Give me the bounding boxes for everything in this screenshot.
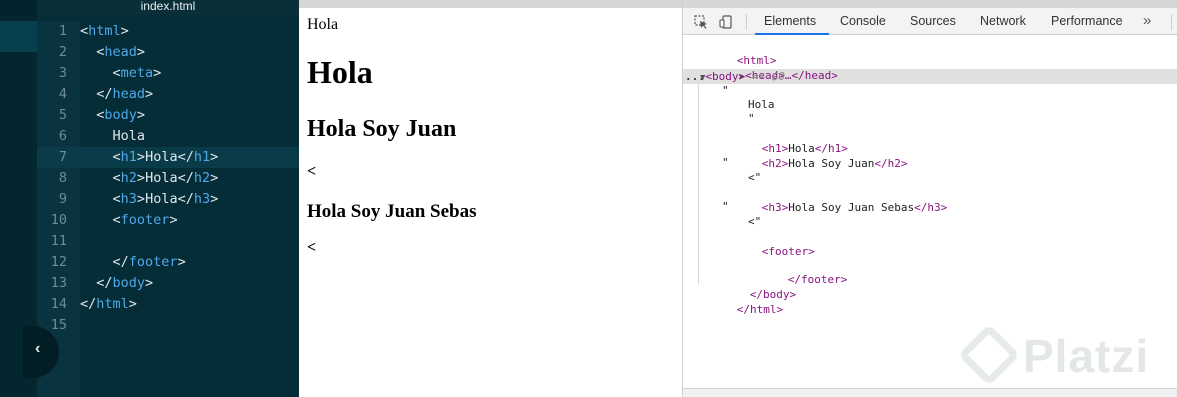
- line-number: 4: [58, 86, 67, 102]
- line-number: 13: [50, 275, 67, 291]
- tab-console[interactable]: Console: [840, 8, 886, 35]
- devtools-panel: Elements Console Sources Network Perform…: [682, 0, 1177, 397]
- code-text[interactable]: </head>: [80, 84, 153, 105]
- viewport-top-border: [299, 0, 682, 8]
- code-line[interactable]: 4 </head>: [37, 84, 299, 105]
- line-number: 12: [50, 254, 67, 270]
- page-heading-h2: Hola Soy Juan: [307, 116, 457, 142]
- active-tab-underline: [755, 33, 829, 35]
- node-head-collapsed[interactable]: ▶<head>…</head>: [700, 53, 838, 82]
- page-text-lt-1: <: [307, 163, 317, 180]
- inspect-element-icon[interactable]: [694, 15, 708, 29]
- code-text[interactable]: <h3>Hola</h3>: [80, 189, 219, 210]
- editor-tab-index-html[interactable]: index.html: [37, 0, 299, 15]
- line-number: 2: [58, 44, 67, 60]
- code-text[interactable]: <h2>Hola</h2>: [80, 168, 219, 189]
- line-number: 10: [50, 212, 67, 228]
- node-html-open[interactable]: <html>: [697, 38, 777, 67]
- text-node-lt-2[interactable]: <": [748, 214, 761, 229]
- page-text-node: Hola: [307, 16, 339, 33]
- text-node-quote-3[interactable]: ": [722, 199, 729, 214]
- code-line[interactable]: 10 <footer>: [37, 210, 299, 231]
- code-text[interactable]: <footer>: [80, 210, 178, 231]
- tab-sources[interactable]: Sources: [910, 8, 956, 35]
- node-footer-close[interactable]: </footer>: [748, 257, 848, 286]
- chevron-left-icon: ‹: [35, 340, 41, 357]
- code-line[interactable]: 9 <h3>Hola</h3>: [37, 189, 299, 210]
- line-number: 11: [50, 233, 67, 249]
- more-tabs-button[interactable]: »: [1143, 8, 1151, 35]
- code-text[interactable]: <head>: [80, 42, 145, 63]
- node-html-close[interactable]: </html>: [697, 287, 783, 316]
- node-h2[interactable]: <h2>Hola Soy Juan</h2>: [722, 141, 908, 170]
- node-h3[interactable]: <h3>Hola Soy Juan Sebas</h3>: [722, 185, 947, 214]
- code-text[interactable]: </body>: [80, 273, 153, 294]
- device-toolbar-icon[interactable]: [719, 15, 733, 29]
- toolbar-separator: [746, 14, 747, 30]
- code-line[interactable]: 8 <h2>Hola</h2>: [37, 168, 299, 189]
- tab-performance[interactable]: Performance: [1051, 8, 1123, 35]
- page-heading-h1: Hola: [307, 54, 373, 90]
- code-line[interactable]: 13 </body>: [37, 273, 299, 294]
- text-node-lt-1[interactable]: <": [748, 170, 761, 185]
- code-line[interactable]: 11: [37, 231, 299, 252]
- page-heading-h3: Hola Soy Juan Sebas: [307, 201, 477, 222]
- code-text[interactable]: </footer>: [80, 252, 186, 273]
- code-line[interactable]: 14 </html>: [37, 294, 299, 315]
- line-number: 1: [58, 23, 67, 39]
- text-node-quote-2[interactable]: ": [722, 155, 729, 170]
- tab-network[interactable]: Network: [980, 8, 1026, 35]
- code-text[interactable]: </html>: [80, 294, 137, 315]
- line-number: 7: [58, 149, 67, 165]
- code-line[interactable]: 15: [37, 315, 299, 336]
- editor-sidebar-active-item[interactable]: [0, 21, 37, 52]
- code-editor[interactable]: index.html 1 <html> 2 <head> 3 <meta> 4 </he…: [0, 0, 299, 397]
- code-text[interactable]: Hola: [80, 126, 146, 147]
- node-body-close[interactable]: </body>: [710, 272, 796, 301]
- text-node-hola[interactable]: Hola: [748, 97, 775, 112]
- code-text[interactable]: <html>: [80, 21, 129, 42]
- code-line[interactable]: 1 <html>: [37, 21, 299, 42]
- tab-elements[interactable]: Elements: [764, 8, 816, 35]
- toolbar-separator-right: [1171, 14, 1172, 30]
- devtools-toolbar: Elements Console Sources Network Perform…: [683, 8, 1177, 35]
- devtools-top-border: [683, 0, 1177, 8]
- text-node-quote[interactable]: ": [722, 83, 729, 98]
- node-body-open[interactable]: ... ▼<body> == $0: [683, 69, 1177, 84]
- text-node-quote-end[interactable]: ": [748, 111, 755, 126]
- code-line[interactable]: 7 <h1>Hola</h1>: [37, 147, 299, 168]
- devtools-breadcrumb-bar: [683, 388, 1177, 397]
- code-line[interactable]: 5 <body>: [37, 105, 299, 126]
- line-number: 5: [58, 107, 67, 123]
- code-line[interactable]: 12 </footer>: [37, 252, 299, 273]
- code-text[interactable]: <h1>Hola</h1>: [80, 147, 219, 168]
- code-line[interactable]: 2 <head>: [37, 42, 299, 63]
- code-text[interactable]: <meta>: [80, 63, 162, 84]
- editor-tab-bar: index.html: [0, 0, 299, 15]
- browser-viewport: Hola Hola Hola Soy Juan < Hola Soy Juan …: [299, 0, 682, 397]
- line-number: 9: [58, 191, 67, 207]
- page-text-lt-2: <: [307, 239, 317, 256]
- node-footer-open[interactable]: <footer>: [722, 229, 815, 258]
- watermark-text: Platzi: [1023, 330, 1150, 382]
- code-text[interactable]: <body>: [80, 105, 145, 126]
- line-number: 8: [58, 170, 67, 186]
- node-h1[interactable]: <h1>Hola</h1>: [722, 126, 848, 155]
- line-number: 14: [50, 296, 67, 312]
- code-line[interactable]: 6 Hola: [37, 126, 299, 147]
- code-line[interactable]: 3 <meta>: [37, 63, 299, 84]
- line-number: 3: [58, 65, 67, 81]
- line-number: 6: [58, 128, 67, 144]
